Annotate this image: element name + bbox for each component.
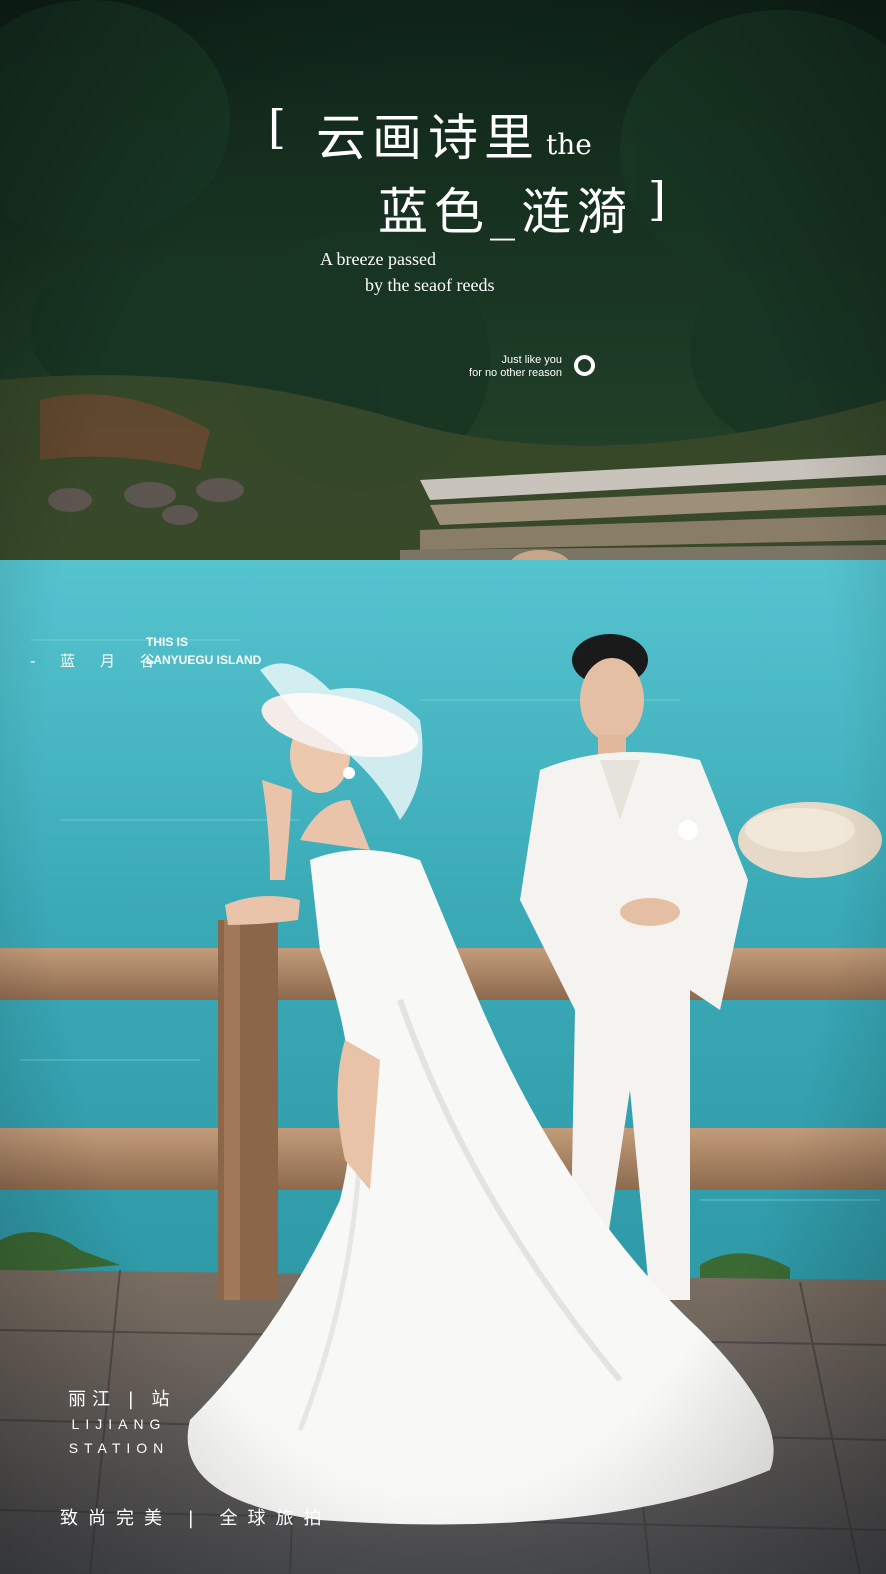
title-bracket-open: [ [268, 100, 286, 154]
title-line-2: 蓝色_涟漪 [378, 183, 633, 241]
location-en-line-1: THIS IS [146, 635, 189, 649]
subtitle-line-2: by the seaof reeds [365, 275, 495, 295]
location-cn: - 蓝 月 谷 [30, 652, 165, 670]
station-en-line-2: STATION [68, 1440, 170, 1456]
title-bracket-close: ] [648, 172, 666, 226]
location-en-line-2: LANYUEGU ISLAND [146, 653, 262, 667]
subtitle-line-1: A breeze passed [320, 249, 436, 269]
location-en: THIS IS LANYUEGU ISLAND [146, 633, 261, 669]
station-en-line-1: LIJIANG [71, 1416, 167, 1432]
tagline: Just like you for no other reason [440, 354, 562, 380]
circle-icon [574, 355, 595, 376]
station-cn: 丽江 | 站 [68, 1389, 176, 1410]
tagline-line-1: Just like you [501, 354, 562, 366]
tagline-line-2: for no other reason [469, 367, 562, 379]
title-line-1: 云画诗里 [316, 109, 540, 167]
slogan: 致尚完美 | 全球旅拍 [60, 1508, 332, 1529]
title-the: the [546, 128, 592, 161]
station-en: LIJIANG STATION [60, 1412, 178, 1460]
